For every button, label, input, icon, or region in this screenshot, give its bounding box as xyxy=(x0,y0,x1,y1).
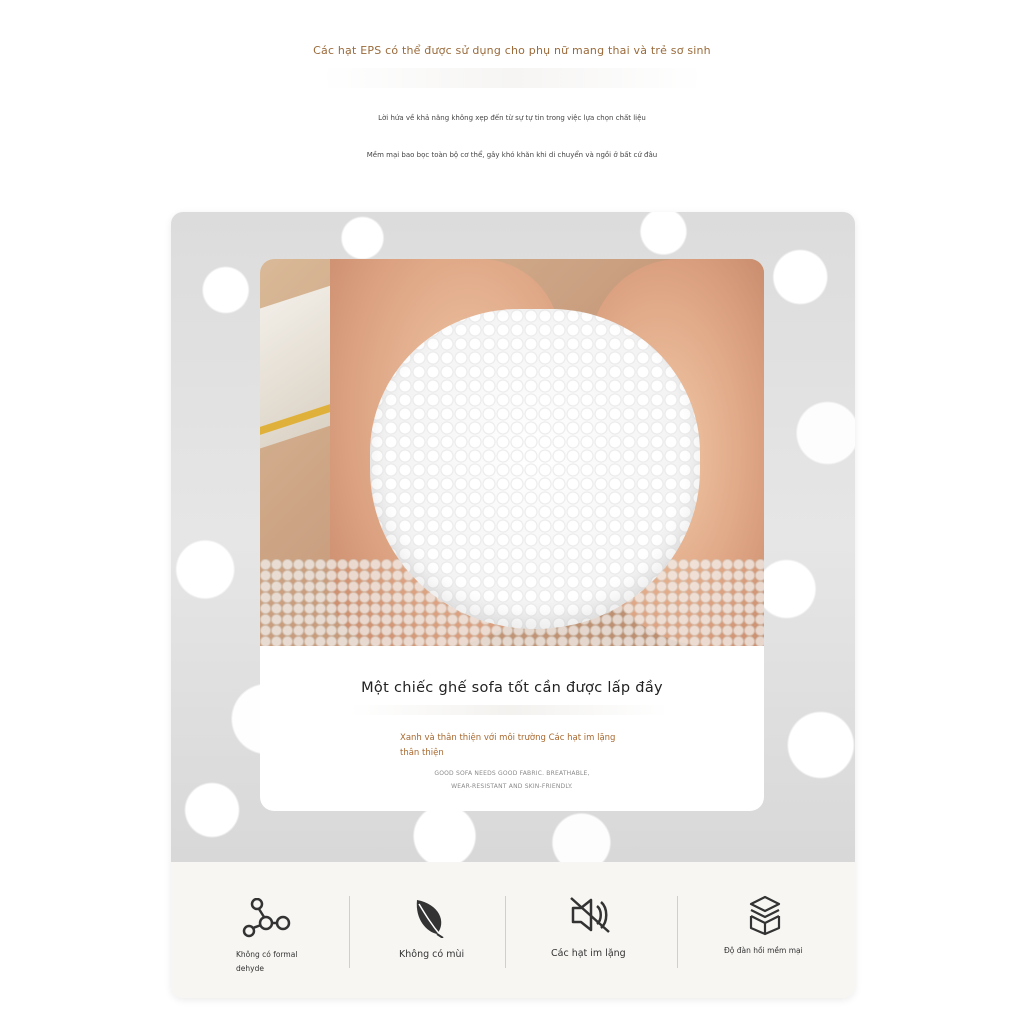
stacked-boxes-icon xyxy=(747,894,783,940)
divider xyxy=(677,896,678,968)
feature-label: Độ đàn hồi mềm mại xyxy=(724,946,803,955)
divider xyxy=(349,896,350,968)
subheading-promise: Lời hứa về khả năng không xẹp đến từ sự … xyxy=(378,114,646,122)
card-english-text: GOOD SOFA NEEDS GOOD FABRIC. BREATHABLE,… xyxy=(260,767,764,793)
decorative-ghost-text xyxy=(320,68,704,88)
feature-label-line-1: Không có formal xyxy=(236,950,298,959)
divider xyxy=(505,896,506,968)
decorative-ghost-text xyxy=(350,705,670,715)
leaf-icon xyxy=(413,898,447,942)
eps-beads-pile xyxy=(370,309,700,629)
feature-label: Các hạt im lặng xyxy=(551,948,626,959)
feature-label: Không có mùi xyxy=(399,949,465,960)
feature-no-formaldehyde: Không có formal dehyde xyxy=(221,862,341,998)
features-row: Không có formal dehyde Không có mùi Các … xyxy=(171,862,855,998)
feature-odorless: Không có mùi xyxy=(371,862,491,998)
headline: Các hạt EPS có thể được sử dụng cho phụ … xyxy=(313,44,711,57)
card-description: Xanh và thân thiện với môi trường Các hạ… xyxy=(400,733,616,758)
subheading-comfort: Mềm mại bao bọc toàn bộ cơ thể, gây khó … xyxy=(366,151,658,159)
molecule-icon xyxy=(241,897,293,944)
feature-silent-beads: Các hạt im lặng xyxy=(531,862,671,998)
hands-holding-beads-photo xyxy=(260,259,764,646)
inner-card: Một chiếc ghế sofa tốt cần được lấp đầy … xyxy=(260,259,764,811)
feature-label-line-2: dehyde xyxy=(236,964,264,973)
feature-label: Không có formal dehyde xyxy=(236,948,297,976)
card-english-line-1: GOOD SOFA NEEDS GOOD FABRIC. BREATHABLE, xyxy=(434,770,590,777)
product-card: Một chiếc ghế sofa tốt cần được lấp đầy … xyxy=(171,212,855,998)
card-title: Một chiếc ghế sofa tốt cần được lấp đầy xyxy=(361,680,663,696)
card-english-line-2: WEAR-RESISTANT AND SKIN-FRIENDLY. xyxy=(451,783,573,790)
feature-soft-elasticity: Độ đàn hồi mềm mại xyxy=(711,862,841,998)
mute-speaker-icon xyxy=(569,896,611,938)
